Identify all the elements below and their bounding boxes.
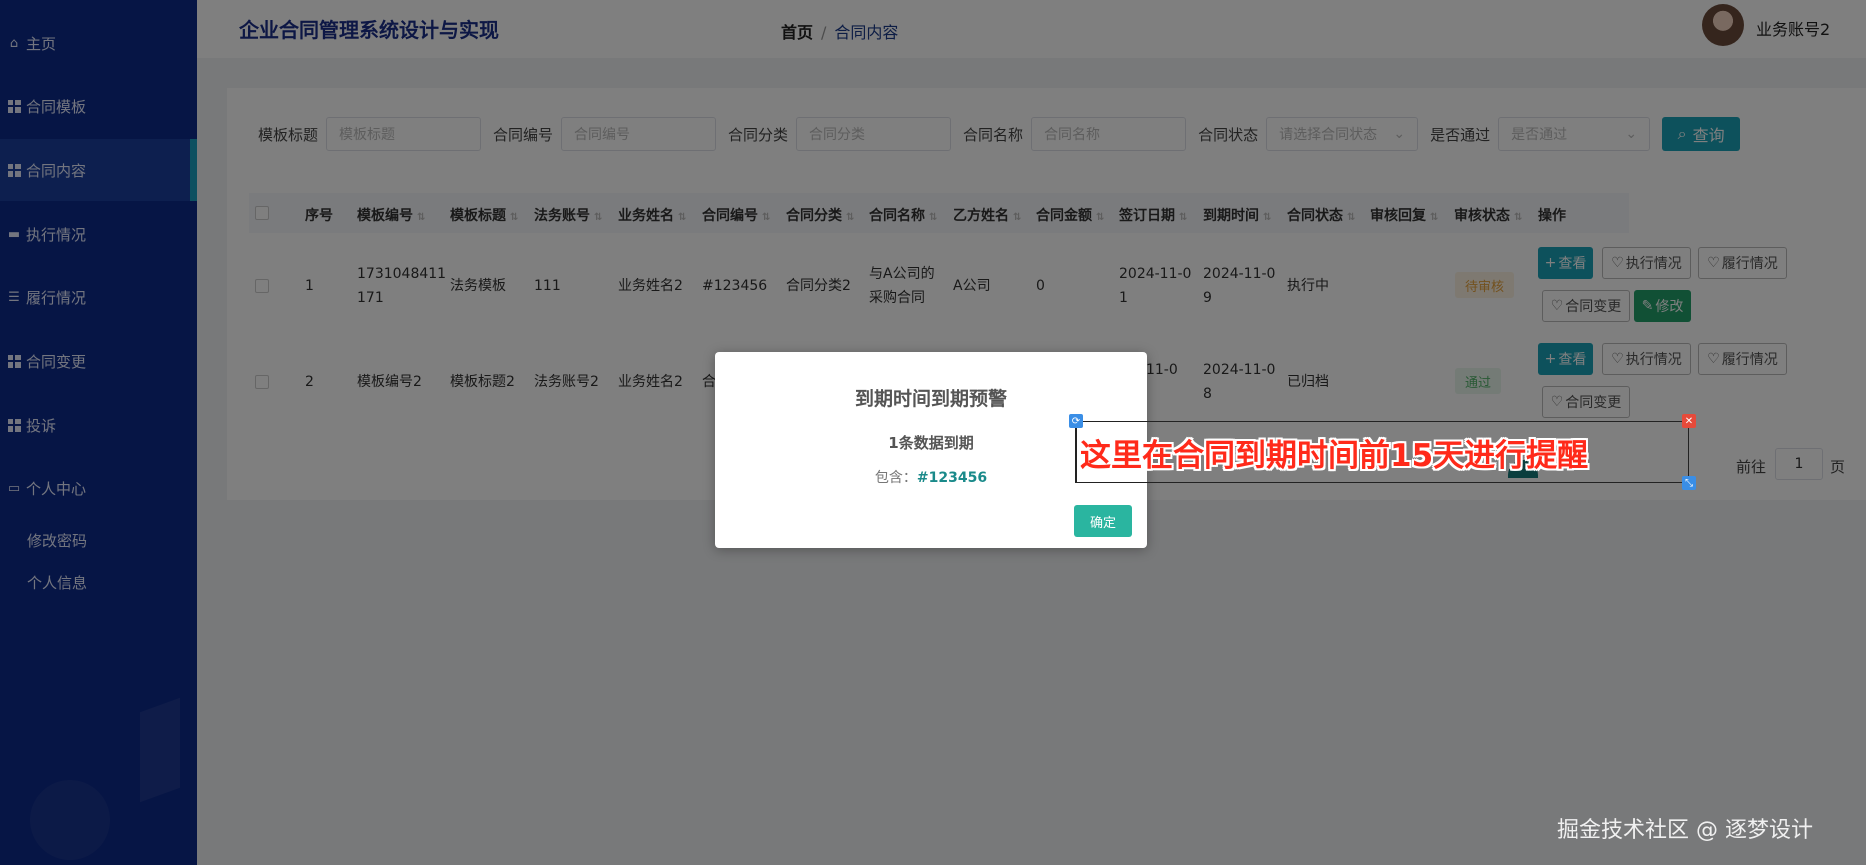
dialog-contract-code: #123456 (916, 470, 988, 486)
dialog-title: 到期时间到期预警 (854, 388, 1007, 410)
watermark: 掘金技术社区 @ 逐梦设计 (1557, 818, 1813, 843)
resize-handle-icon[interactable]: ⤡ (1682, 476, 1696, 490)
rotate-handle-icon[interactable]: ⟳ (1069, 414, 1083, 428)
annotation-text: 这里在合同到期时间前15天进行提醒 (1080, 438, 1589, 474)
confirm-button[interactable]: 确定 (1074, 505, 1132, 537)
close-icon[interactable]: ✕ (1682, 414, 1696, 428)
